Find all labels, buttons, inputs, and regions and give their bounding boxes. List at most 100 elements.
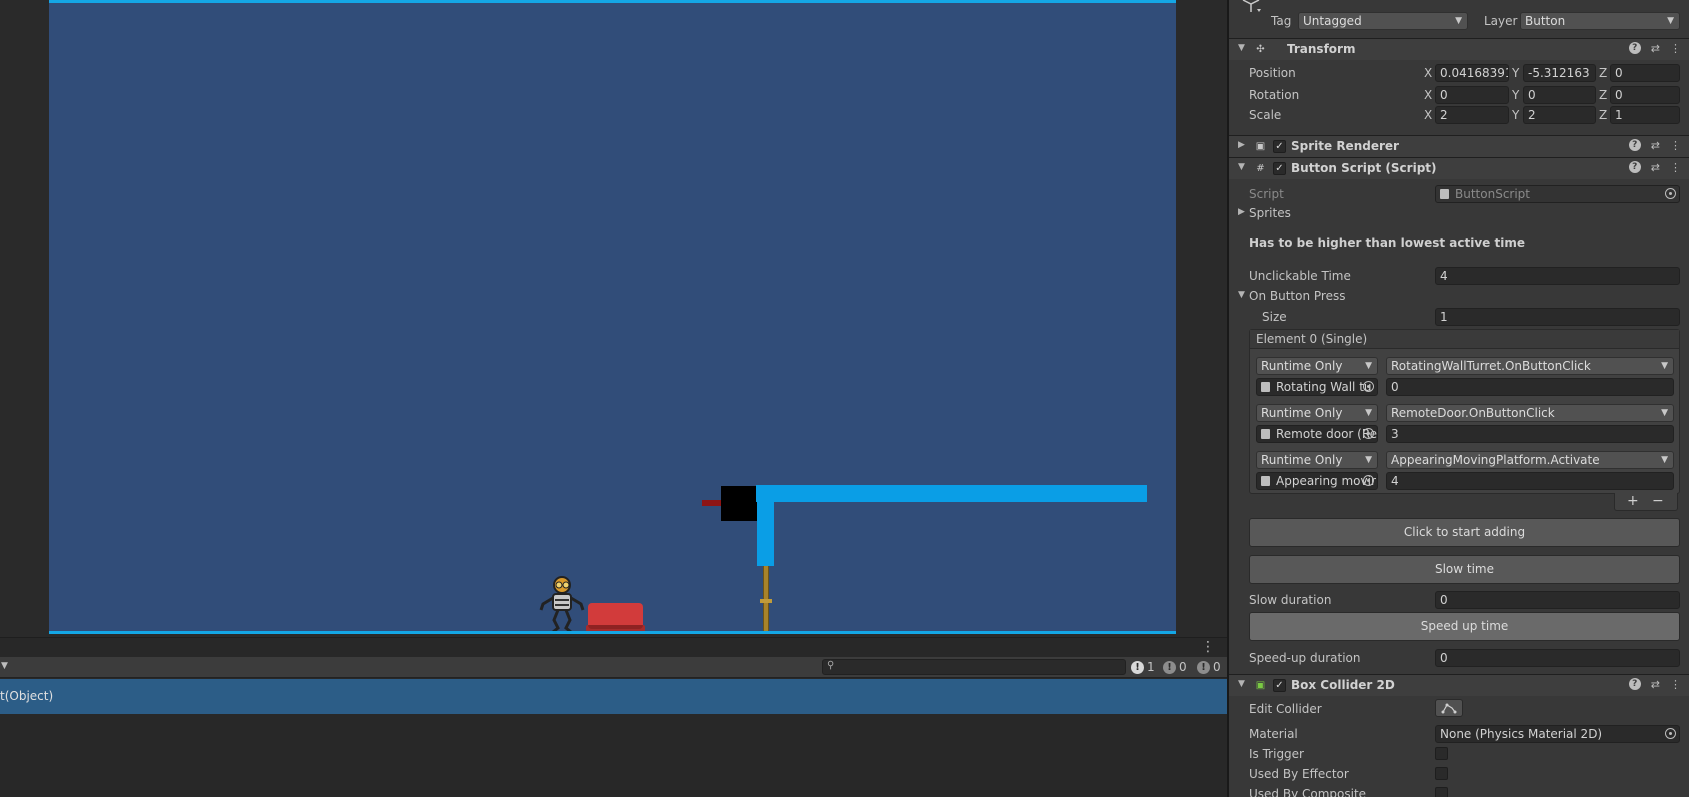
help-icon[interactable]: ? [1628, 161, 1641, 173]
warning-count-toggle[interactable]: ! 0 [1163, 659, 1187, 675]
sprite-renderer-title: Sprite Renderer [1291, 139, 1399, 153]
help-icon[interactable]: ? [1628, 42, 1641, 54]
object-picker-icon[interactable] [1665, 728, 1676, 739]
event-1-function-dropdown[interactable]: RemoteDoor.OnButtonClick ▼ [1386, 404, 1674, 422]
pole-knob [760, 599, 772, 603]
foldout-expanded-icon[interactable]: ▼ [1238, 290, 1245, 300]
element-label: Element 0 (Single) [1256, 332, 1368, 346]
axis-x-label: X [1424, 66, 1433, 80]
warning-icon: ! [1163, 660, 1176, 674]
edit-collider-label: Edit Collider [1249, 702, 1322, 716]
remove-event-button[interactable]: − [1652, 493, 1664, 509]
edit-collider-icon [1441, 703, 1457, 714]
sprite-renderer-header[interactable]: ▶ ▣ ✓ Sprite Renderer ? ⇄ ⋮ [1229, 135, 1689, 157]
preset-icon[interactable]: ⇄ [1651, 42, 1660, 55]
event-0-argument-field[interactable]: 0 [1386, 378, 1674, 396]
event-1-argument-field[interactable]: 3 [1386, 425, 1674, 443]
warning-count: 0 [1179, 660, 1187, 674]
event-1-mode-dropdown[interactable]: Runtime Only ▼ [1256, 404, 1378, 422]
scale-y-field[interactable]: 2 [1523, 106, 1596, 124]
is-trigger-checkbox[interactable] [1435, 747, 1448, 760]
foldout-collapsed-icon[interactable]: ▶ [1238, 207, 1245, 217]
event-2-object-field[interactable]: Appearing movir [1256, 472, 1378, 490]
button-script-header[interactable]: ▼ # ✓ Button Script (Script) ? ⇄ ⋮ [1229, 157, 1689, 179]
event-2-function-dropdown[interactable]: AppearingMovingPlatform.Activate ▼ [1386, 451, 1674, 469]
info-count-toggle[interactable]: ! 1 [1131, 659, 1155, 675]
gameobject-cube-icon[interactable] [1241, 0, 1263, 14]
scale-x-field[interactable]: 2 [1435, 106, 1509, 124]
click-to-start-adding-button[interactable]: Click to start adding [1249, 518, 1680, 547]
preset-icon[interactable]: ⇄ [1651, 678, 1660, 691]
box-collider-header[interactable]: ▼ ▣ ✓ Box Collider 2D ? ⇄ ⋮ [1229, 674, 1689, 696]
more-options-icon[interactable]: ⋮ [1201, 640, 1215, 654]
unclickable-time-label: Unclickable Time [1249, 269, 1351, 283]
event-2-argument-field[interactable]: 4 [1386, 472, 1674, 490]
event-0-function-dropdown[interactable]: RotatingWallTurret.OnButtonClick ▼ [1386, 357, 1674, 375]
component-menu-icon[interactable]: ⋮ [1670, 678, 1681, 691]
rotating-wall-horizontal [756, 485, 1147, 502]
help-icon[interactable]: ? [1628, 139, 1641, 151]
component-header-icons: ? ⇄ ⋮ [1628, 42, 1681, 55]
speed-up-time-button[interactable]: Speed up time [1249, 612, 1680, 641]
rotation-x-field[interactable]: 0 [1435, 86, 1509, 104]
slow-duration-field[interactable]: 0 [1435, 591, 1680, 609]
game-view[interactable] [0, 0, 1227, 640]
used-by-composite-checkbox[interactable] [1435, 787, 1448, 797]
position-x-field[interactable]: 0.04168391 [1435, 64, 1509, 82]
add-event-button[interactable]: + [1627, 493, 1639, 509]
axis-y-label: Y [1512, 88, 1520, 102]
rotation-label: Rotation [1249, 88, 1300, 102]
chevron-down-icon[interactable]: ▼ [1, 661, 8, 671]
component-menu-icon[interactable]: ⋮ [1670, 42, 1681, 55]
component-header-icons: ? ⇄ ⋮ [1628, 678, 1681, 691]
turret-barrel [702, 500, 723, 506]
event-2-mode-dropdown[interactable]: Runtime Only ▼ [1256, 451, 1378, 469]
foldout-collapsed-icon[interactable]: ▶ [1238, 140, 1245, 150]
error-count-toggle[interactable]: ! 0 [1197, 659, 1221, 675]
axis-z-label: Z [1599, 88, 1608, 102]
position-y-field[interactable]: -5.312163 [1523, 64, 1596, 82]
tag-value: Untagged [1303, 14, 1362, 28]
used-by-effector-checkbox[interactable] [1435, 767, 1448, 780]
sprite-renderer-enabled-checkbox[interactable]: ✓ [1273, 140, 1286, 153]
button-script-enabled-checkbox[interactable]: ✓ [1273, 162, 1286, 175]
event-0-object-field[interactable]: Rotating Wall tu [1256, 378, 1378, 396]
box-collider-enabled-checkbox[interactable]: ✓ [1273, 679, 1286, 692]
size-field[interactable]: 1 [1435, 308, 1680, 326]
rotation-z-field[interactable]: 0 [1610, 86, 1680, 104]
help-icon[interactable]: ? [1628, 678, 1641, 690]
object-picker-icon[interactable] [1363, 381, 1374, 392]
rotation-y-field[interactable]: 0 [1523, 86, 1596, 104]
event-2-object: Appearing movir [1276, 474, 1376, 488]
component-menu-icon[interactable]: ⋮ [1670, 161, 1681, 174]
preset-icon[interactable]: ⇄ [1651, 139, 1660, 152]
object-picker-icon[interactable] [1363, 475, 1374, 486]
object-picker-icon[interactable] [1363, 428, 1374, 439]
tag-dropdown[interactable]: Untagged ▼ [1298, 12, 1468, 30]
unclickable-time-field[interactable]: 4 [1435, 267, 1680, 285]
event-0-mode-dropdown[interactable]: Runtime Only ▼ [1256, 357, 1378, 375]
chevron-down-icon: ▼ [1455, 16, 1462, 26]
transform-header[interactable]: ▼ ✣ Transform ? ⇄ ⋮ [1229, 38, 1689, 60]
console-toolbar: ▼ ⚲ ! 1 ! 0 ! 0 [0, 657, 1227, 678]
event-1-object-field[interactable]: Remote door (Re [1256, 425, 1378, 443]
preset-icon[interactable]: ⇄ [1651, 161, 1660, 174]
position-z-field[interactable]: 0 [1610, 64, 1680, 82]
object-file-icon [1261, 429, 1270, 439]
slow-time-button[interactable]: Slow time [1249, 555, 1680, 584]
scale-z-field[interactable]: 1 [1610, 106, 1680, 124]
event-0-function: RotatingWallTurret.OnButtonClick [1391, 359, 1591, 373]
speed-up-duration-field[interactable]: 0 [1435, 649, 1680, 667]
edit-collider-button[interactable] [1435, 699, 1463, 717]
console-log-entry[interactable]: t(Object) [0, 679, 1227, 714]
layer-dropdown[interactable]: Button ▼ [1520, 12, 1680, 30]
material-field[interactable]: None (Physics Material 2D) [1435, 725, 1680, 743]
game-canvas[interactable] [49, 0, 1176, 634]
foldout-expanded-icon[interactable]: ▼ [1238, 679, 1245, 689]
sprites-foldout-label[interactable]: Sprites [1249, 206, 1291, 220]
foldout-expanded-icon[interactable]: ▼ [1238, 43, 1245, 53]
foldout-expanded-icon[interactable]: ▼ [1238, 162, 1245, 172]
on-button-press-label[interactable]: On Button Press [1249, 289, 1345, 303]
console-search-input[interactable]: ⚲ [822, 659, 1126, 675]
component-menu-icon[interactable]: ⋮ [1670, 139, 1681, 152]
